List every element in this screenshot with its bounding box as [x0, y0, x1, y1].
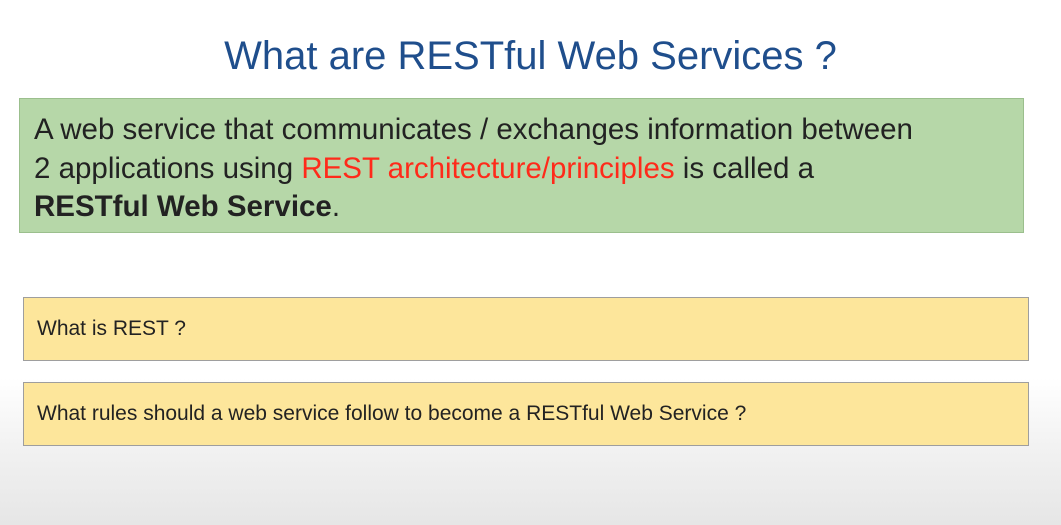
question-box-what-is-rest: What is REST ?: [23, 297, 1029, 361]
definition-box: A web service that communicates / exchan…: [19, 98, 1024, 233]
question-box-rules: What rules should a web service follow t…: [23, 382, 1029, 446]
definition-line-1: A web service that communicates / exchan…: [34, 113, 913, 146]
question-text: What is REST ?: [37, 317, 186, 340]
definition-line-2-prefix: 2 applications using: [34, 151, 302, 185]
definition-bold-term: RESTful Web Service: [34, 190, 332, 223]
definition-line-2-suffix: is called a: [674, 151, 814, 185]
slide-title: What are RESTful Web Services ?: [224, 34, 837, 78]
definition-end-punct: .: [331, 190, 341, 223]
question-text: What rules should a web service follow t…: [37, 402, 747, 425]
slide: What are RESTful Web Services ? A web se…: [0, 0, 1061, 525]
definition-highlight: REST architecture/principles: [301, 151, 675, 185]
